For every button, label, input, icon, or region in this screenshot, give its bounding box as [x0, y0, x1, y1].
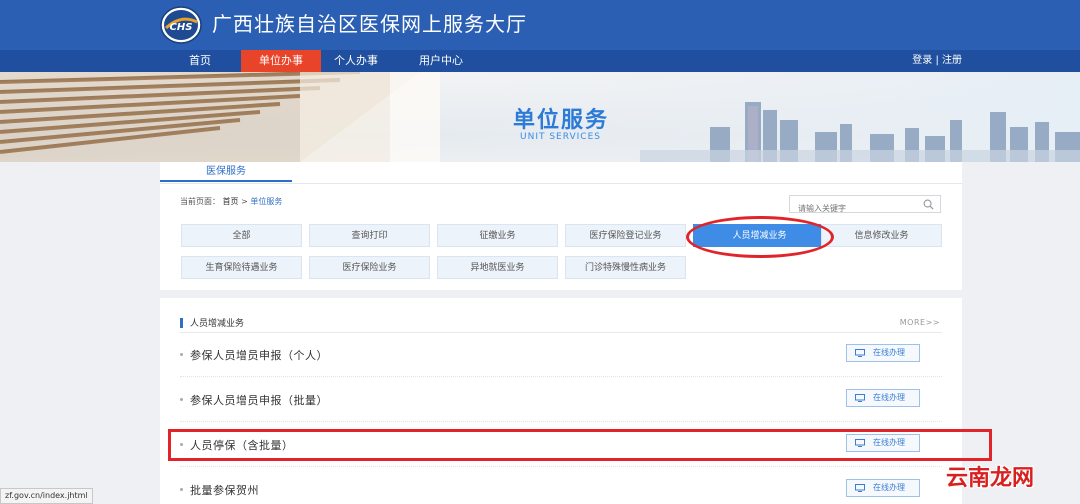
status-url: zf.gov.cn/index.jhtml	[0, 488, 93, 504]
category-info-modify[interactable]: 信息修改业务	[821, 224, 942, 247]
breadcrumb-current: 单位服务	[250, 197, 283, 206]
tab-divider	[160, 183, 962, 184]
banner-subtitle: UNIT SERVICES	[520, 132, 601, 142]
nav-user-center[interactable]: 用户中心	[404, 50, 478, 72]
category-maternity-benefits[interactable]: 生育保险待遇业务	[181, 256, 302, 279]
category-medical-insurance[interactable]: 医疗保险业务	[309, 256, 430, 279]
online-handle-button[interactable]: 在线办理	[846, 479, 920, 497]
monitor-icon	[855, 484, 865, 492]
list-item[interactable]: 参保人员增员申报（个人） 在线办理	[180, 333, 942, 377]
section-title: 人员增减业务	[190, 319, 245, 329]
list-item-title[interactable]: 参保人员增员申报（个人）	[190, 347, 328, 363]
breadcrumb-home-link[interactable]: 首页	[223, 197, 239, 206]
banner: 单位服务 UNIT SERVICES	[0, 72, 1080, 162]
more-link[interactable]: MORE>>	[900, 318, 940, 327]
bullet-icon	[180, 398, 183, 401]
online-handle-label: 在线办理	[873, 483, 905, 492]
bullet-icon	[180, 353, 183, 356]
list-item-title[interactable]: 批量参保贺州	[190, 482, 259, 498]
search-box	[789, 195, 941, 217]
banner-title: 单位服务	[513, 108, 610, 133]
login-register-link[interactable]: 登录 | 注册	[912, 50, 962, 72]
category-chronic-disease[interactable]: 门诊特殊慢性病业务	[565, 256, 686, 279]
business-list: 人员增减业务 MORE>> 参保人员增员申报（个人） 在线办理 参保人员增员申报…	[160, 298, 962, 504]
chs-logo-icon[interactable]: CHS	[160, 6, 202, 44]
tab-medical-insurance-services[interactable]: 医保服务	[160, 162, 292, 182]
bullet-icon	[180, 488, 183, 491]
section-title-bar	[180, 318, 183, 328]
category-all[interactable]: 全部	[181, 224, 302, 247]
watermark: 云南龙网	[946, 466, 1035, 491]
logo-text: CHS	[170, 22, 193, 33]
list-item[interactable]: 参保人员增员申报（批量） 在线办理	[180, 378, 942, 422]
red-highlight-ellipse	[686, 216, 834, 258]
red-highlight-rectangle	[168, 429, 992, 461]
list-item[interactable]: 批量参保贺州 在线办理	[180, 468, 942, 504]
search-input[interactable]	[790, 200, 912, 217]
online-handle-label: 在线办理	[873, 348, 905, 357]
online-handle-button[interactable]: 在线办理	[846, 344, 920, 362]
category-collection[interactable]: 征缴业务	[437, 224, 558, 247]
nav-unit-affairs[interactable]: 单位办事	[241, 50, 321, 72]
breadcrumb-prefix: 当前页面：	[180, 197, 220, 206]
online-handle-label: 在线办理	[873, 393, 905, 402]
category-insurance-registration[interactable]: 医疗保险登记业务	[565, 224, 686, 247]
search-icon[interactable]	[923, 199, 934, 210]
breadcrumb-separator: >	[241, 197, 248, 206]
nav-personal-affairs[interactable]: 个人办事	[326, 50, 386, 72]
nav-home[interactable]: 首页	[172, 50, 228, 72]
main-nav: 首页 单位办事 个人办事 用户中心 登录 | 注册	[0, 50, 1080, 72]
site-title: 广西壮族自治区医保网上服务大厅	[212, 12, 527, 36]
monitor-icon	[855, 349, 865, 357]
online-handle-button[interactable]: 在线办理	[846, 389, 920, 407]
category-remote-medical[interactable]: 异地就医业务	[437, 256, 558, 279]
list-item-title[interactable]: 参保人员增员申报（批量）	[190, 392, 328, 408]
breadcrumb: 当前页面： 首页 > 单位服务	[180, 196, 282, 207]
monitor-icon	[855, 394, 865, 402]
site-header: CHS 广西壮族自治区医保网上服务大厅	[0, 0, 1080, 50]
category-query-print[interactable]: 查询打印	[309, 224, 430, 247]
